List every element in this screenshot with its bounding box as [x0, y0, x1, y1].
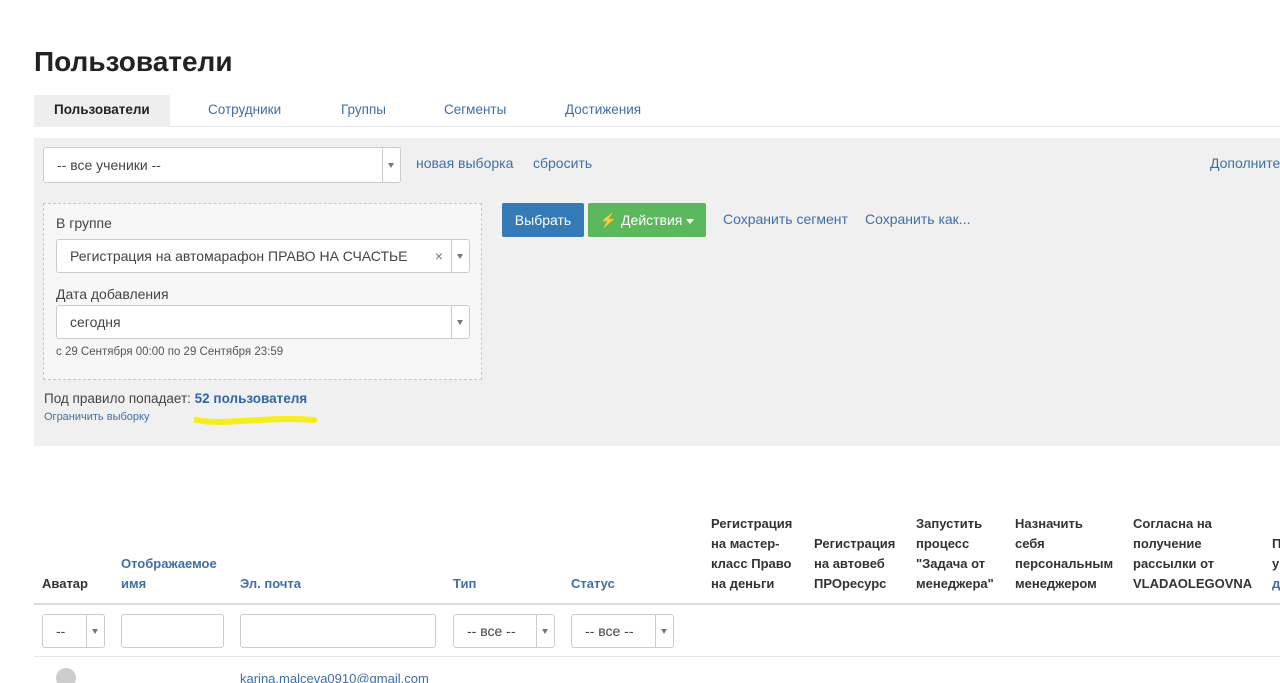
header-line: на деньги — [711, 576, 775, 591]
avatar — [56, 668, 76, 683]
avatar-filter-select[interactable]: -- — [42, 614, 105, 648]
name-filter-input[interactable] — [121, 614, 224, 648]
clear-icon[interactable]: × — [435, 240, 443, 272]
tab-achievements[interactable]: Достижения — [565, 95, 641, 127]
email-filter-input[interactable] — [240, 614, 436, 648]
tab-bar: Пользователи Сотрудники Группы Сегменты … — [34, 95, 1280, 127]
audience-select[interactable]: -- все ученики -- — [43, 147, 401, 183]
status-filter-value: -- все -- — [585, 623, 634, 639]
rule-count-line: Под правило попадает: 52 пользователя — [44, 391, 307, 406]
header-line: Назначить — [1015, 516, 1083, 531]
select-button[interactable]: Выбрать — [502, 203, 584, 237]
header-line: Регистрация — [711, 516, 793, 531]
header-line: менеджера" — [916, 576, 994, 591]
save-as-link[interactable]: Сохранить как... — [865, 211, 970, 227]
type-filter-value: -- все -- — [467, 623, 516, 639]
header-webinar: Регистрация на автовеб ПРОресурс — [814, 534, 895, 594]
date-range-text: с 29 Сентября 00:00 по 29 Сентября 23:59 — [56, 346, 284, 358]
rule-count-prefix: Под правило попадает: — [44, 391, 191, 406]
header-line: на автовеб — [814, 556, 885, 571]
header-line: VLADAOLEGOVNA — [1133, 576, 1253, 591]
header-line: Согласна на — [1133, 516, 1212, 531]
actions-button[interactable]: ⚡ Действия — [588, 203, 706, 237]
date-label: Дата добавления — [56, 286, 169, 302]
group-select[interactable]: Регистрация на автомарафон ПРАВО НА СЧАС… — [56, 239, 470, 273]
header-line: Запустить — [916, 516, 983, 531]
header-display-name-line: Отображаемое — [121, 556, 217, 571]
header-line: у — [1272, 556, 1280, 571]
chevron-down-icon — [451, 306, 469, 338]
tab-segments[interactable]: Сегменты — [444, 95, 506, 127]
header-line: П — [1272, 536, 1280, 551]
header-line: д — [1272, 576, 1280, 591]
header-email[interactable]: Эл. почта — [240, 574, 301, 594]
chevron-down-icon — [451, 240, 469, 272]
header-line: класс Право — [711, 556, 792, 571]
header-line: "Задача от — [916, 556, 986, 571]
status-filter-select[interactable]: -- все -- — [571, 614, 674, 648]
header-manager: Назначить себя персональным менеджером — [1015, 514, 1113, 594]
chevron-down-icon — [382, 148, 400, 182]
group-label: В группе — [56, 215, 112, 231]
rule-count-link[interactable]: 52 пользователя — [195, 391, 308, 406]
header-line: получение — [1133, 536, 1202, 551]
header-display-name[interactable]: Отображаемое имя — [121, 554, 217, 594]
highlight-underline — [194, 416, 317, 425]
header-status[interactable]: Статус — [571, 574, 615, 594]
page-title: Пользователи — [34, 46, 233, 77]
header-display-name-line: имя — [121, 576, 147, 591]
date-select-value: сегодня — [70, 314, 121, 330]
chevron-down-icon — [655, 615, 673, 647]
header-line: себя — [1015, 536, 1045, 551]
advanced-link[interactable]: Дополните — [1210, 155, 1280, 171]
header-process: Запустить процесс "Задача от менеджера" — [916, 514, 994, 594]
tab-users[interactable]: Пользователи — [34, 95, 170, 127]
header-line: менеджером — [1015, 576, 1097, 591]
header-line: рассылки от — [1133, 556, 1215, 571]
header-line: на мастер- — [711, 536, 780, 551]
header-line: Регистрация — [814, 536, 896, 551]
reset-link[interactable]: сбросить — [533, 155, 592, 171]
date-select[interactable]: сегодня — [56, 305, 470, 339]
row-email[interactable]: karina.malceva0910@gmail.com — [240, 671, 429, 683]
filter-divider — [34, 656, 1280, 657]
save-segment-link[interactable]: Сохранить сегмент — [723, 211, 848, 227]
header-line: ПРОресурс — [814, 576, 887, 591]
header-line: процесс — [916, 536, 970, 551]
chevron-down-icon — [536, 615, 554, 647]
caret-down-icon — [686, 218, 695, 224]
header-type[interactable]: Тип — [453, 574, 476, 594]
header-consent: Согласна на получение рассылки от VLADAO… — [1133, 514, 1252, 594]
type-filter-select[interactable]: -- все -- — [453, 614, 555, 648]
header-masterclass: Регистрация на мастер- класс Право на де… — [711, 514, 792, 594]
tab-employees[interactable]: Сотрудники — [208, 95, 281, 127]
limit-selection-link[interactable]: Ограничить выборку — [44, 411, 149, 423]
header-cut: П у д — [1272, 534, 1280, 594]
new-selection-link[interactable]: новая выборка — [416, 155, 513, 171]
lightning-icon: ⚡ — [599, 212, 618, 228]
tab-groups[interactable]: Группы — [341, 95, 386, 127]
group-select-value: Регистрация на автомарафон ПРАВО НА СЧАС… — [70, 248, 408, 264]
header-divider — [34, 603, 1280, 605]
chevron-down-icon — [86, 615, 104, 647]
audience-select-value: -- все ученики -- — [57, 157, 161, 173]
header-avatar: Аватар — [42, 576, 88, 591]
avatar-filter-value: -- — [56, 623, 66, 639]
actions-button-label: Действия — [621, 212, 683, 228]
header-line: персональным — [1015, 556, 1114, 571]
